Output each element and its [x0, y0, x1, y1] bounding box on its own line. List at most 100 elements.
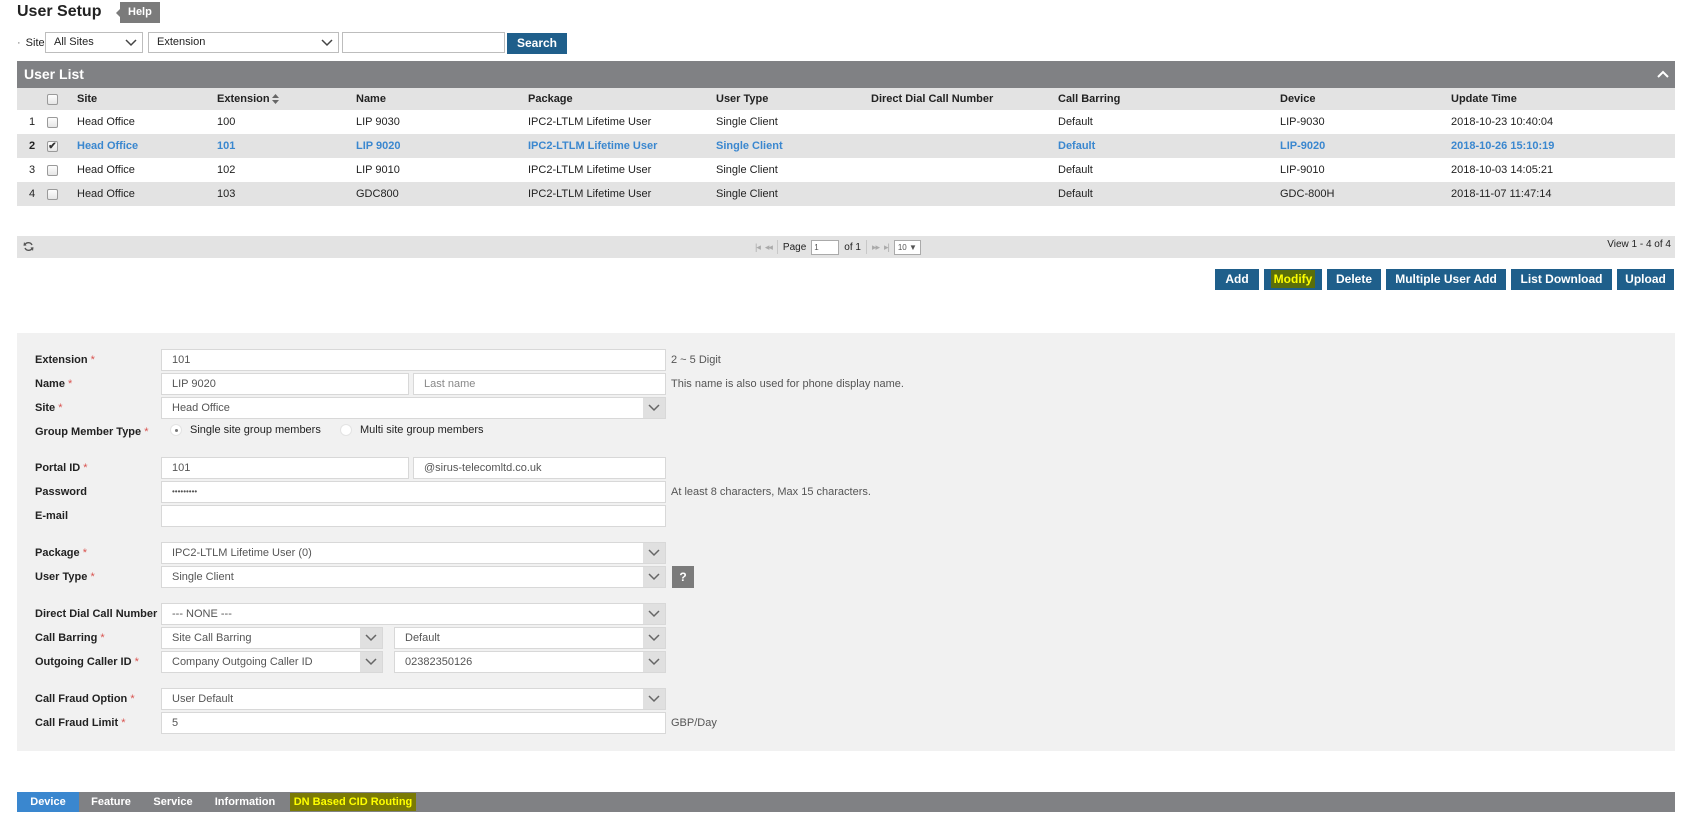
email-input[interactable]: [161, 505, 666, 527]
single-site-radio[interactable]: [170, 424, 182, 436]
last-page-icon[interactable]: ▸|: [884, 242, 890, 253]
dropdown-toggle[interactable]: [643, 567, 665, 587]
tab-feature[interactable]: Feature: [79, 792, 143, 812]
chevron-down-icon: [648, 634, 660, 642]
site-filter-select[interactable]: All Sites: [45, 32, 143, 53]
fraud-option-select[interactable]: User Default: [161, 688, 666, 710]
delete-button[interactable]: Delete: [1327, 269, 1381, 290]
user-type-help-button[interactable]: ?: [672, 566, 694, 588]
tab-service[interactable]: Service: [143, 792, 203, 812]
outgoing-cid-value-select[interactable]: 02382350126: [394, 651, 666, 673]
site-label: Site *: [35, 402, 63, 414]
cell-extension: 103: [217, 182, 356, 206]
search-input[interactable]: [342, 32, 505, 53]
column-header-package[interactable]: Package: [528, 88, 716, 110]
sort-icon[interactable]: [271, 94, 279, 105]
cell-update-time: 2018-10-23 10:40:04: [1451, 116, 1554, 128]
column-header-name[interactable]: Name: [356, 88, 528, 110]
call-barring-value-select[interactable]: Default: [394, 627, 666, 649]
extension-input[interactable]: 101: [161, 349, 666, 371]
row-checkbox[interactable]: [47, 110, 77, 134]
dropdown-toggle[interactable]: [643, 543, 665, 563]
package-select-value: IPC2-LTLM Lifetime User (0): [172, 547, 312, 559]
dropdown-toggle[interactable]: [643, 398, 665, 418]
modify-button[interactable]: Modify: [1264, 269, 1322, 290]
portal-id-input[interactable]: 101: [161, 457, 409, 479]
chevron-down-icon: [648, 549, 660, 557]
cell-ddi: [871, 182, 1058, 206]
cell-site: Head Office: [77, 164, 135, 176]
row-checkbox[interactable]: [47, 158, 77, 182]
tab-device[interactable]: Device: [17, 792, 79, 812]
row-checkbox[interactable]: ✔: [47, 134, 77, 158]
dropdown-toggle[interactable]: [360, 628, 382, 648]
column-header-update-time[interactable]: Update Time: [1451, 88, 1675, 110]
multiple-user-add-button[interactable]: Multiple User Add: [1386, 269, 1506, 290]
call-barring-type-select[interactable]: Site Call Barring: [161, 627, 383, 649]
fraud-limit-input[interactable]: 5: [161, 712, 666, 734]
page-label: Page: [782, 241, 807, 253]
column-header-site[interactable]: Site: [77, 88, 217, 110]
ddi-select-value: --- NONE ---: [172, 608, 232, 620]
ddi-select[interactable]: --- NONE ---: [161, 603, 666, 625]
column-header-user-type[interactable]: User Type: [716, 88, 871, 110]
column-header-ddi[interactable]: Direct Dial Call Number: [871, 88, 1058, 110]
outgoing-cid-label: Outgoing Caller ID *: [35, 656, 139, 668]
package-select[interactable]: IPC2-LTLM Lifetime User (0): [161, 542, 666, 564]
ddi-label: Direct Dial Call Number: [35, 608, 158, 620]
page-total: of 1: [844, 241, 861, 253]
column-header-device[interactable]: Device: [1280, 88, 1451, 110]
column-header-call-barring[interactable]: Call Barring: [1058, 88, 1280, 110]
user-type-label: User Type *: [35, 571, 95, 583]
page-number-input[interactable]: 1: [811, 239, 840, 255]
dropdown-toggle[interactable]: [643, 652, 665, 672]
multi-site-radio[interactable]: [340, 424, 352, 436]
dropdown-toggle[interactable]: [643, 604, 665, 624]
site-filter-value: All Sites: [54, 36, 94, 48]
cell-update-time: 2018-10-26 15:10:19: [1451, 134, 1675, 158]
add-button[interactable]: Add: [1215, 269, 1259, 290]
outgoing-cid-type-select[interactable]: Company Outgoing Caller ID: [161, 651, 383, 673]
cell-update-time: 2018-10-03 14:05:21: [1451, 164, 1554, 176]
refresh-icon[interactable]: [23, 241, 34, 252]
row-checkbox[interactable]: [47, 182, 77, 206]
list-download-button[interactable]: List Download: [1511, 269, 1612, 290]
dropdown-toggle[interactable]: [360, 652, 382, 672]
prev-page-icon[interactable]: ◂◂: [765, 242, 773, 253]
name-hint: This name is also used for phone display…: [671, 378, 904, 390]
pager-bar: |◂ ◂◂ Page 1 of 1 ▸▸ ▸| 10 ▼ View 1 - 4 …: [17, 236, 1675, 258]
chevron-down-icon: [648, 404, 660, 412]
rows-per-page-select[interactable]: 10 ▼: [893, 239, 921, 255]
tab-dn-based-cid-routing[interactable]: DN Based CID Routing: [287, 792, 419, 812]
dropdown-toggle[interactable]: [643, 689, 665, 709]
row-number: 2: [17, 134, 47, 158]
dropdown-toggle[interactable]: [643, 628, 665, 648]
portal-domain-field: @sirus-telecomltd.co.uk: [413, 457, 666, 479]
package-label: Package *: [35, 547, 87, 559]
chevron-up-icon[interactable]: [1657, 69, 1669, 79]
cell-ddi: [871, 110, 1058, 134]
search-field-select[interactable]: Extension: [148, 32, 339, 53]
call-barring-value: Default: [405, 632, 440, 644]
chevron-down-icon: [365, 634, 377, 642]
search-button[interactable]: Search: [507, 33, 567, 54]
cell-name: LIP 9020: [356, 134, 528, 158]
password-input[interactable]: •••••••••: [161, 481, 666, 503]
table-row-selected[interactable]: 2 ✔ Head Office 101 LIP 9020 IPC2-LTLM L…: [17, 134, 1675, 158]
table-row[interactable]: 4 Head Office 103 GDC800 IPC2-LTLM Lifet…: [17, 182, 1675, 206]
first-name-input[interactable]: LIP 9020: [161, 373, 409, 395]
user-table: Site Extension Name Package User Type Di…: [17, 88, 1675, 206]
table-row[interactable]: 1 Head Office 100 LIP 9030 IPC2-LTLM Lif…: [17, 110, 1675, 134]
site-select[interactable]: Head Office: [161, 397, 666, 419]
help-button[interactable]: Help: [116, 2, 160, 23]
first-page-icon[interactable]: |◂: [755, 242, 761, 253]
cell-user-type: Single Client: [716, 182, 871, 206]
user-type-select[interactable]: Single Client: [161, 566, 666, 588]
column-header-extension[interactable]: Extension: [217, 88, 356, 110]
last-name-input[interactable]: Last name: [413, 373, 666, 395]
upload-button[interactable]: Upload: [1617, 269, 1674, 290]
tab-information[interactable]: Information: [203, 792, 287, 812]
select-all-checkbox[interactable]: [47, 88, 77, 110]
next-page-icon[interactable]: ▸▸: [872, 242, 880, 253]
table-row[interactable]: 3 Head Office 102 LIP 9010 IPC2-LTLM Lif…: [17, 158, 1675, 182]
